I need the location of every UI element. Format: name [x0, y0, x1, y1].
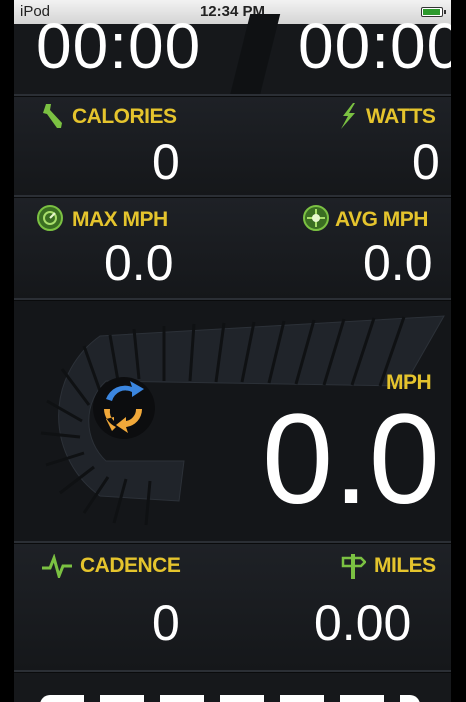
- speedometer-panel: MPH 0.0: [14, 301, 451, 541]
- max-speed-gauge-icon: [37, 205, 63, 231]
- watts-value: 0: [412, 134, 440, 190]
- elapsed-time: 00:00: [36, 10, 202, 82]
- max-mph-label: MAX MPH: [72, 208, 168, 231]
- timers-panel: 00:00 00:00: [14, 14, 451, 104]
- speed-stats-panel: MAX MPH 0.0 AVG MPH 0.0: [14, 198, 451, 298]
- cadence-label: CADENCE: [80, 554, 181, 577]
- cadence-value: 0: [152, 595, 180, 651]
- app-screen: iPod 12:34 PM 00:00 00:00 CALORIES 0 WAT…: [14, 0, 451, 702]
- avg-mph-value: 0.0: [363, 235, 433, 291]
- max-mph-value: 0.0: [104, 235, 174, 291]
- heartbeat-icon: [42, 554, 72, 578]
- watts-label: WATTS: [366, 105, 436, 128]
- calories-label: CALORIES: [72, 105, 177, 128]
- bottom-panel-partial: [14, 673, 451, 702]
- avg-mph-label: AVG MPH: [335, 208, 428, 231]
- signpost-icon: [341, 554, 366, 579]
- miles-value: 0.00: [314, 595, 412, 651]
- refresh-icon[interactable]: [92, 375, 156, 441]
- wrench-icon: [43, 104, 62, 128]
- miles-label: MILES: [374, 554, 436, 577]
- lightning-icon: [341, 103, 355, 129]
- calories-watts-panel: CALORIES 0 WATTS 0: [14, 97, 451, 195]
- avg-speed-gauge-icon: [303, 205, 329, 231]
- cadence-miles-panel: CADENCE 0 MILES 0.00: [14, 544, 451, 670]
- remaining-time: 00:00: [298, 10, 451, 82]
- calories-value: 0: [152, 134, 180, 190]
- mph-value: 0.0: [262, 388, 440, 531]
